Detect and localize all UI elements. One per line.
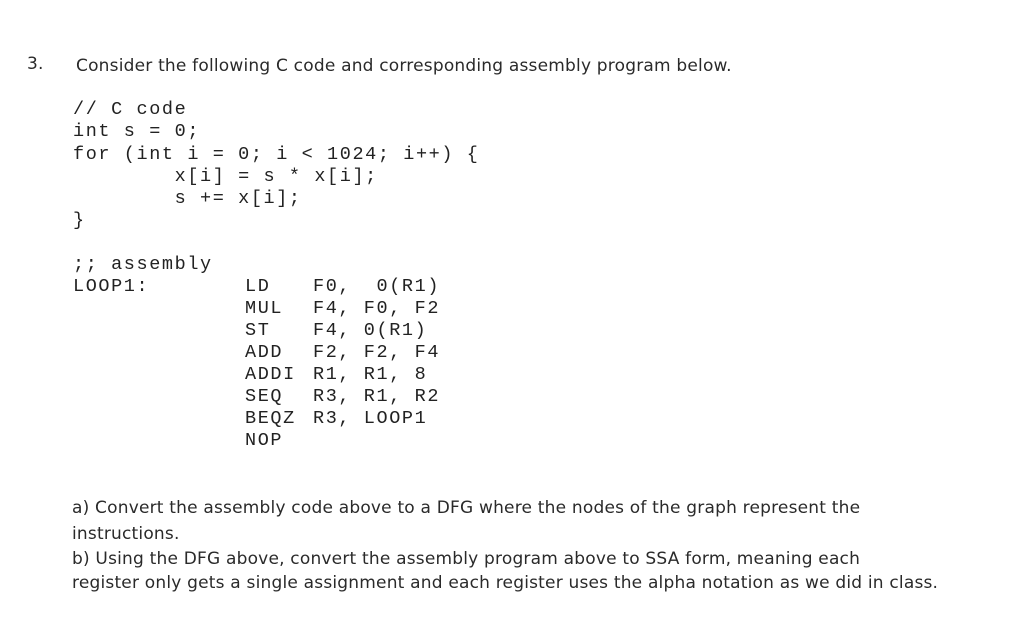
c-code-line: x[i] = s * x[i]; (73, 166, 378, 187)
asm-operands: F2, F2, F4 (313, 342, 441, 363)
asm-opcode: MUL (245, 298, 284, 319)
asm-operands: F4, 0(R1) (313, 320, 428, 341)
c-code-line: s += x[i]; (73, 188, 302, 209)
asm-instruction: LD F0, 0(R1) (245, 276, 440, 297)
asm-instruction: ST F4, 0(R1) (245, 320, 427, 341)
asm-operands: R3, LOOP1 (313, 408, 428, 429)
part-b-text-continued: register only gets a single assignment a… (72, 573, 939, 593)
asm-instruction: MUL F4, F0, F2 (245, 298, 440, 319)
assembly-comment: ;; assembly (73, 254, 213, 275)
c-code-line: } (73, 210, 86, 231)
asm-opcode: SEQ (245, 386, 284, 407)
asm-opcode: ADDI (245, 364, 296, 385)
asm-opcode: LD (245, 276, 271, 297)
asm-instruction: NOP (245, 430, 313, 451)
part-a-text: a) Convert the assembly code above to a … (72, 498, 861, 518)
asm-operands: F4, F0, F2 (313, 298, 441, 319)
c-code-line: for (int i = 0; i < 1024; i++) { (73, 144, 480, 165)
asm-operands: R1, R1, 8 (313, 364, 428, 385)
asm-opcode: BEQZ (245, 408, 296, 429)
loop-label: LOOP1: (73, 276, 150, 297)
asm-instruction: SEQ R3, R1, R2 (245, 386, 440, 407)
asm-operands: R3, R1, R2 (313, 386, 441, 407)
part-b-text: b) Using the DFG above, convert the asse… (72, 549, 861, 569)
asm-instruction: BEQZ R3, LOOP1 (245, 408, 427, 429)
asm-opcode: NOP (245, 430, 284, 451)
asm-opcode: ST (245, 320, 271, 341)
c-code-line: int s = 0; (73, 121, 201, 142)
asm-instruction: ADD F2, F2, F4 (245, 342, 440, 363)
c-code-line: // C code (73, 99, 188, 120)
asm-opcode: ADD (245, 342, 284, 363)
question-number: 3. (27, 54, 44, 74)
question-intro: Consider the following C code and corres… (76, 56, 732, 76)
asm-instruction: ADDI R1, R1, 8 (245, 364, 427, 385)
asm-operands: F0, 0(R1) (313, 276, 441, 297)
part-a-text-continued: instructions. (72, 524, 180, 544)
